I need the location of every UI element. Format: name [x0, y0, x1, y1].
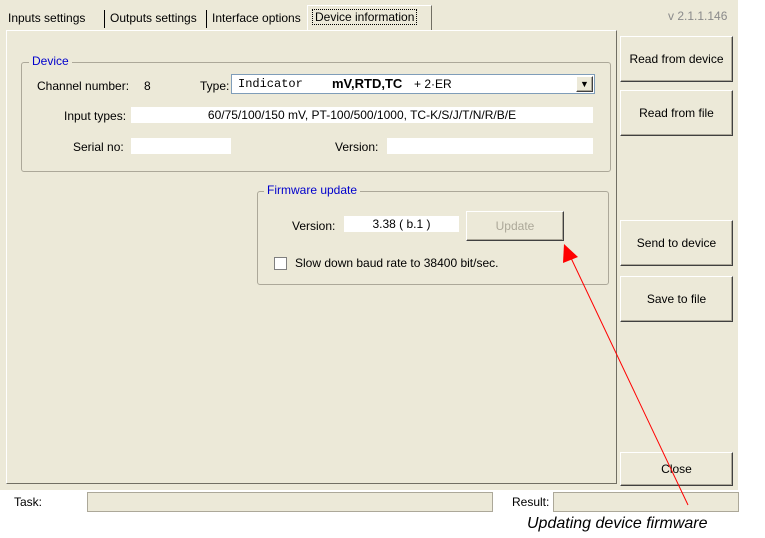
annotation-caption: Updating device firmware	[527, 515, 708, 532]
annotation-arrow	[563, 244, 689, 506]
